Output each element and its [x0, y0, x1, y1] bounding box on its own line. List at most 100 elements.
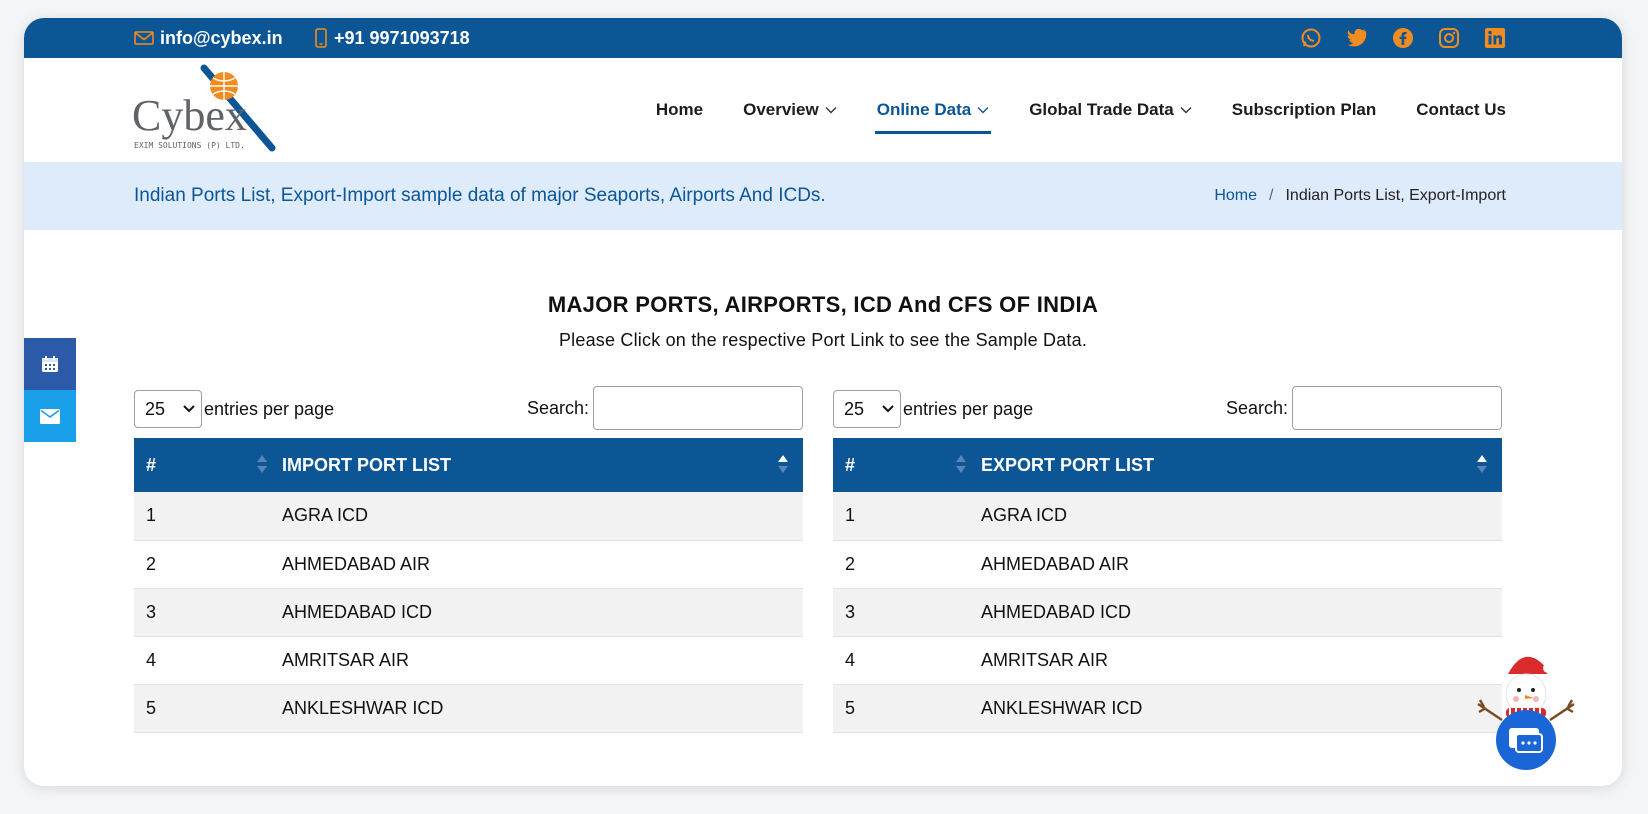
nav-label: Contact Us — [1416, 100, 1506, 119]
email-link[interactable]: info@cybex.in — [134, 18, 283, 58]
nav-label: Overview — [743, 100, 819, 119]
facebook-icon[interactable] — [1392, 27, 1414, 49]
breadcrumb: Home / Indian Ports List, Export-Import — [1214, 162, 1506, 230]
chevron-down-icon — [183, 405, 195, 413]
main-nav: Home Overview Online Data Global Trade Data… — [656, 58, 1506, 162]
phone-link[interactable]: +91 9971093718 — [314, 18, 470, 58]
port-link[interactable]: AHMEDABAD AIR — [282, 540, 803, 588]
export-col-number-header[interactable]: # — [833, 438, 981, 492]
logo-text: Cybex — [132, 91, 247, 140]
import-search-label: Search: — [526, 398, 589, 418]
page-title-band: Indian Ports List, Export-Import sample … — [24, 162, 1622, 230]
sort-icon — [956, 455, 966, 473]
envelope-icon — [134, 31, 154, 45]
nav-online-data[interactable]: Online Data — [874, 90, 992, 134]
breadcrumb-home-link[interactable]: Home — [1214, 187, 1257, 204]
row-number: 2 — [845, 553, 856, 574]
row-number: 1 — [146, 505, 157, 526]
table-row[interactable]: 2 AHMEDABAD AIR — [833, 540, 1502, 588]
row-number: 2 — [146, 553, 157, 574]
port-link[interactable]: AHMEDABAD AIR — [981, 540, 1502, 588]
table-row[interactable]: 1 AGRA ICD — [134, 492, 803, 540]
export-col-name-header[interactable]: EXPORT PORT LIST — [981, 438, 1502, 492]
import-search-input[interactable] — [593, 386, 803, 430]
nav-subscription-plan[interactable]: Subscription Plan — [1232, 90, 1377, 130]
port-link[interactable]: ANKLESHWAR ICD — [282, 684, 803, 732]
table-row[interactable]: 3 AHMEDABAD ICD — [134, 588, 803, 636]
port-link[interactable]: AMRITSAR AIR — [282, 636, 803, 684]
breadcrumb-separator: / — [1269, 187, 1274, 204]
chevron-down-icon — [825, 107, 837, 114]
site-header: Cybex EXIM SOLUTIONS (P) LTD. Home Overvi… — [24, 58, 1622, 162]
table-row[interactable]: 4 AMRITSAR AIR — [134, 636, 803, 684]
logo-subtext: EXIM SOLUTIONS (P) LTD. — [134, 141, 245, 150]
import-page-size-value: 25 — [145, 399, 166, 419]
sort-ascending-icon — [778, 455, 788, 473]
port-link[interactable]: AHMEDABAD ICD — [282, 588, 803, 636]
row-number: 4 — [845, 649, 856, 670]
whatsapp-icon[interactable] — [1300, 27, 1322, 49]
export-page-size-select[interactable]: 25 — [833, 390, 901, 428]
port-link[interactable]: AHMEDABAD ICD — [981, 588, 1502, 636]
export-port-panel: 25 entries per page Search: # EXPORT POR… — [833, 386, 1502, 733]
export-entries-label: entries per page — [903, 399, 1034, 419]
table-row[interactable]: 1 AGRA ICD — [833, 492, 1502, 540]
row-number: 4 — [146, 649, 157, 670]
page-title: Indian Ports List, Export-Import sample … — [134, 185, 826, 206]
mail-button[interactable] — [24, 390, 76, 442]
nav-label: Online Data — [876, 100, 972, 119]
import-entries-label: entries per page — [204, 399, 335, 419]
sort-ascending-icon — [1477, 455, 1487, 473]
import-col-name-header[interactable]: IMPORT PORT LIST — [282, 438, 803, 492]
row-number: 5 — [146, 697, 157, 718]
port-link[interactable]: ANKLESHWAR ICD — [981, 684, 1502, 732]
linkedin-icon[interactable] — [1484, 27, 1506, 49]
cybex-logo[interactable]: Cybex EXIM SOLUTIONS (P) LTD. — [132, 64, 282, 156]
chevron-down-icon — [977, 107, 989, 114]
nav-label: Home — [655, 100, 704, 119]
port-link[interactable]: AGRA ICD — [282, 492, 803, 540]
page-card: info@cybex.in +91 9971093718 Cybex EXIM … — [24, 18, 1622, 786]
port-link[interactable]: AGRA ICD — [981, 492, 1502, 540]
nav-contact-us[interactable]: Contact Us — [1416, 90, 1506, 130]
row-number: 3 — [146, 601, 157, 622]
phone-text: +91 9971093718 — [334, 27, 470, 48]
export-search-input[interactable] — [1292, 386, 1502, 430]
import-page-size-select[interactable]: 25 — [134, 390, 202, 428]
export-page-size-value: 25 — [844, 399, 865, 419]
chevron-down-icon — [1180, 107, 1192, 114]
top-bar: info@cybex.in +91 9971093718 — [24, 18, 1622, 58]
export-table-header-row: # EXPORT PORT LIST — [833, 438, 1502, 492]
nav-global-trade-data[interactable]: Global Trade Data — [1029, 90, 1192, 130]
port-link[interactable]: AMRITSAR AIR — [981, 636, 1502, 684]
chevron-down-icon — [882, 405, 894, 413]
row-number: 5 — [845, 697, 856, 718]
sort-icon — [257, 455, 267, 473]
nav-label: Global Trade Data — [1029, 100, 1174, 119]
export-port-table: # EXPORT PORT LIST 1 AGRA ICD 2 AHMEDABAD A… — [833, 438, 1502, 733]
nav-home[interactable]: Home — [656, 90, 703, 130]
calendar-icon — [42, 356, 58, 372]
mobile-icon — [315, 28, 327, 48]
table-row[interactable]: 4 AMRITSAR AIR — [833, 636, 1502, 684]
chat-widget[interactable] — [1476, 644, 1576, 772]
import-port-panel: 25 entries per page Search: # IMPORT POR… — [134, 386, 803, 733]
email-text: info@cybex.in — [160, 27, 283, 48]
table-row[interactable]: 5 ANKLESHWAR ICD — [134, 684, 803, 732]
twitter-icon[interactable] — [1346, 27, 1368, 49]
calendar-button[interactable] — [24, 338, 76, 390]
instagram-icon[interactable] — [1438, 27, 1460, 49]
breadcrumb-current: Indian Ports List, Export-Import — [1285, 187, 1506, 204]
nav-overview[interactable]: Overview — [743, 90, 837, 130]
section-heading: MAJOR PORTS, AIRPORTS, ICD And CFS OF IN… — [547, 292, 1099, 317]
row-number: 3 — [845, 601, 856, 622]
social-links — [1300, 18, 1506, 58]
table-row[interactable]: 3 AHMEDABAD ICD — [833, 588, 1502, 636]
table-row[interactable]: 2 AHMEDABAD AIR — [134, 540, 803, 588]
table-row[interactable]: 5 ANKLESHWAR ICD — [833, 684, 1502, 732]
mail-icon — [40, 408, 60, 424]
import-col-number-header[interactable]: # — [134, 438, 282, 492]
section-subheading: Please Click on the respective Port Link… — [558, 330, 1088, 350]
snowman-chat-icon — [1477, 656, 1575, 770]
export-table-controls: 25 entries per page Search: — [833, 386, 1502, 438]
